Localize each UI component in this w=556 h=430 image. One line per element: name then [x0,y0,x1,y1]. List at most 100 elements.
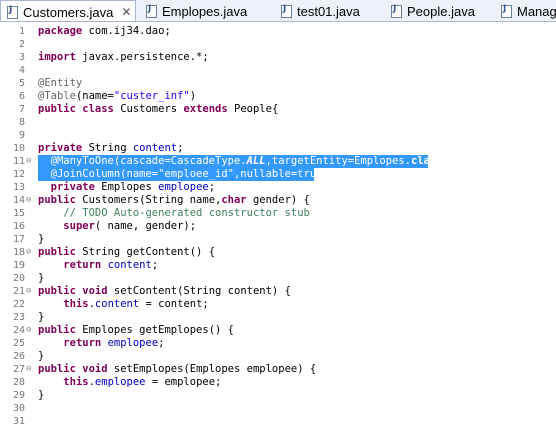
code-line[interactable]: 29} [0,389,556,402]
line-number: 4 [18,65,25,76]
code-text: } [38,389,45,401]
code-line[interactable]: 11 ⊖ @ManyToOne(cascade=CascadeType.ALL,t… [0,155,556,168]
tab-emplopes-java[interactable]: Emplopes.java [140,0,275,21]
java-file-icon [7,5,18,19]
tab-label: People.java [407,3,475,19]
line-number: 15 [12,208,25,219]
code-text: this.emplopee = emplopee; [63,376,222,388]
line-number: 6 [18,91,25,102]
code-text: public void setContent(String content) { [38,285,291,297]
code-line[interactable]: 27 ⊖ public void setEmplopes(Emplopes empl… [0,363,556,376]
line-number: 2 [18,39,25,50]
tab-label: Customers.java [23,4,114,20]
code-line[interactable]: 4 [0,64,556,77]
code-line[interactable]: 30 [0,402,556,415]
code-text: package com.ij34.dao; [38,25,171,37]
line-number: 25 [12,338,25,349]
line-number: 20 [12,273,25,284]
fold-toggle-icon[interactable]: ⊖ [26,363,32,376]
code-line[interactable]: 13 private Emplopes emplopee; [0,181,556,194]
fold-toggle-icon[interactable]: ⊖ [26,285,32,298]
line-number: 22 [12,299,25,310]
tab-customers-java[interactable]: Customers.java ✕ [0,0,136,21]
code-line[interactable]: 17} [0,233,556,246]
line-number: 14 [12,195,25,206]
code-text: private Emplopes emplopee; [50,181,216,193]
line-number: 9 [18,130,25,141]
code-text: return content; [63,259,159,271]
code-line[interactable]: 9 [0,129,556,142]
code-line[interactable]: 15 // TODO Auto-generated constructor st… [0,207,556,220]
code-line[interactable]: 2 [0,38,556,51]
code-line[interactable]: 23} [0,311,556,324]
code-text: private String content; [38,142,184,154]
line-number: 28 [12,377,25,388]
close-tab-icon[interactable]: ✕ [121,5,131,19]
java-file-icon [281,4,292,18]
java-file-icon [501,4,512,18]
fold-toggle-icon[interactable]: ⊖ [26,324,32,337]
line-number: 18 [12,247,25,258]
code-line[interactable]: 18 ⊖ public String getContent() { [0,246,556,259]
code-text: } [38,350,45,362]
code-line[interactable]: 3 import javax.persistence.*; [0,51,556,64]
line-number: 29 [12,390,25,401]
code-text: public Emplopes getEmplopes() { [38,324,234,336]
code-text: public String getContent() { [38,246,216,258]
code-text: public void setEmplopes(Emplopes emplope… [38,363,317,375]
code-text: super( name, gender); [63,220,197,232]
code-line[interactable]: 31 [0,415,556,428]
line-number: 5 [18,78,25,89]
code-line[interactable]: 6 @Table(name="custer_inf") [0,90,556,103]
line-number: 7 [18,104,25,115]
code-line[interactable]: 26} [0,350,556,363]
line-number: 31 [12,416,25,427]
code-line[interactable]: 10 private String content; [0,142,556,155]
code-line[interactable]: 21 ⊖ public void setContent(String content… [0,285,556,298]
tab-label: Emplopes.java [162,3,248,19]
line-number: 3 [18,52,25,63]
java-file-icon [391,4,402,18]
line-number: 1 [18,26,25,37]
code-text: @Table(name="custer_inf") [38,90,197,102]
code-line[interactable]: 14 ⊖ public Customers(String name,char gen… [0,194,556,207]
line-number: 23 [12,312,25,323]
fold-toggle-icon[interactable]: ⊖ [26,194,32,207]
editor-tab-bar: Customers.java ✕ Emplopes.java test01.ja… [0,0,556,22]
tab-test01-java[interactable]: test01.java [275,0,385,21]
code-line[interactable]: 28 this.emplopee = emplopee; [0,376,556,389]
code-text: @ManyToOne(cascade=CascadeType.ALL,targe… [38,155,449,167]
code-line[interactable]: 8 [0,116,556,129]
code-line[interactable]: 19 return content; [0,259,556,272]
fold-toggle-icon[interactable]: ⊖ [26,246,32,259]
tab-people-java[interactable]: People.java [385,0,495,21]
code-text: // TODO Auto-generated constructor stub [63,207,310,219]
code-line[interactable]: 5 @Entity [0,77,556,90]
code-text: import javax.persistence.*; [38,51,209,63]
code-line[interactable]: 22 this.content = content; [0,298,556,311]
code-line[interactable]: 7 public class Customers extends People{ [0,103,556,116]
code-line[interactable]: 24 ⊖ public Emplopes getEmplopes() { [0,324,556,337]
code-editor[interactable]: 1 package com.ij34.dao; 2 3 import javax.per… [0,22,556,430]
code-line[interactable]: 16 super( name, gender); [0,220,556,233]
fold-toggle-icon[interactable]: ⊖ [26,155,32,168]
tab-label: Manag [517,3,556,19]
code-text: this.content = content; [63,298,209,310]
tab-manag[interactable]: Manag [495,0,556,21]
line-number: 8 [18,117,25,128]
code-line[interactable]: 20} [0,272,556,285]
code-text: } [38,311,45,323]
line-number: 17 [12,234,25,245]
code-line[interactable]: 25 return emplopee; [0,337,556,350]
code-line[interactable]: 1 package com.ij34.dao; [0,25,556,38]
line-number: 11 [12,156,25,167]
tab-label: test01.java [297,3,360,19]
code-line[interactable]: 12 @JoinColumn(name="emploee_id",nullabl… [0,168,556,181]
line-number: 26 [12,351,25,362]
code-text: } [38,272,45,284]
code-text: return emplopee; [63,337,165,349]
line-number: 12 [12,169,25,180]
code-text: @JoinColumn(name="emploee_id",nullable=t… [38,168,329,180]
code-text: @Entity [38,77,83,89]
line-number: 24 [12,325,25,336]
